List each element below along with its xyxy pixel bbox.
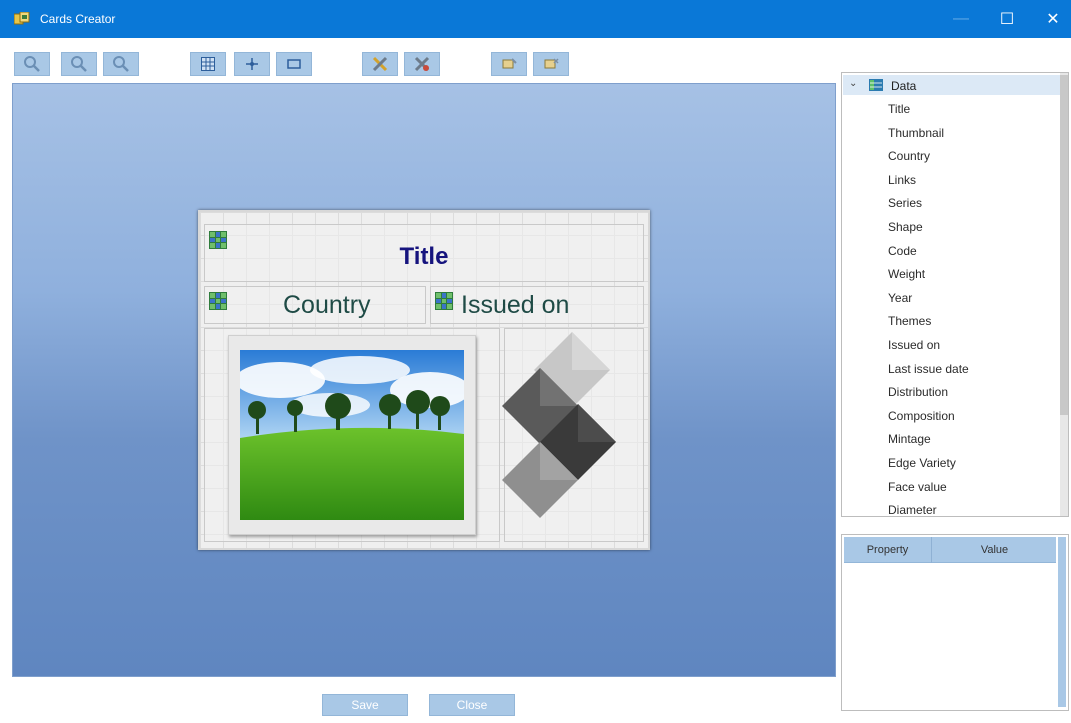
property-grid-scrollbar[interactable] — [1058, 537, 1066, 707]
add-field-icon — [502, 58, 517, 69]
grid-toggle-button[interactable] — [190, 52, 226, 76]
card-preview[interactable]: Title Country Issued on — [198, 210, 650, 550]
card-issued-text: Issued on — [461, 291, 570, 319]
tree-item[interactable]: Mintage — [888, 432, 931, 446]
frame-icon — [287, 59, 301, 69]
tree-item[interactable]: Weight — [888, 267, 925, 281]
frame-button[interactable] — [276, 52, 312, 76]
country-field[interactable]: Country — [204, 286, 426, 324]
tree-item[interactable]: Edge Variety — [888, 456, 956, 470]
title-bar: Cards Creator — ☐ ✕ — [0, 0, 1071, 38]
card-title-text: Title — [399, 243, 449, 270]
save-button[interactable]: Save — [322, 694, 408, 716]
minimize-button[interactable]: — — [938, 0, 984, 38]
property-grid-header: Property Value — [844, 537, 1056, 563]
landscape-picture — [240, 350, 464, 520]
close-button[interactable]: Close — [429, 694, 515, 716]
maximize-button[interactable]: ☐ — [984, 0, 1030, 38]
issued-on-field[interactable]: Issued on — [430, 286, 644, 324]
tree-scrollbar-thumb[interactable] — [1060, 75, 1068, 415]
window-title: Cards Creator — [40, 12, 116, 26]
property-grid[interactable]: Property Value — [841, 534, 1069, 711]
value-column-header[interactable]: Value — [933, 537, 1056, 563]
close-window-button[interactable]: ✕ — [1030, 0, 1071, 38]
tree-item[interactable]: Thumbnail — [888, 126, 944, 140]
card-country-text: Country — [283, 291, 371, 319]
tree-item[interactable]: Links — [888, 173, 916, 187]
tree-item[interactable]: Country — [888, 149, 930, 163]
zoom-in-icon — [113, 56, 129, 72]
tree-item[interactable]: Face value — [888, 480, 947, 494]
tree-item[interactable]: Diameter — [888, 503, 937, 516]
tree-item[interactable]: Shape — [888, 220, 923, 234]
add-field-button[interactable] — [491, 52, 527, 76]
title-field[interactable]: Title — [204, 224, 644, 282]
data-tree-panel[interactable]: ⌄ Data Title Thumbnail Country Links Series S… — [841, 72, 1069, 517]
delete-tools-button[interactable] — [404, 52, 440, 76]
property-column-header[interactable]: Property — [844, 537, 932, 563]
table-icon — [869, 79, 883, 91]
zoom-reset-button[interactable] — [61, 52, 97, 76]
data-field-icon — [209, 292, 227, 310]
tree-item[interactable]: Themes — [888, 314, 931, 328]
tree-scrollbar[interactable] — [1060, 73, 1068, 516]
remove-field-button[interactable] — [533, 52, 569, 76]
tree-item[interactable]: Issued on — [888, 338, 940, 352]
shape-image — [502, 332, 616, 518]
data-field-icon — [435, 292, 453, 310]
tools-icon — [372, 56, 388, 72]
tree-root-data[interactable]: ⌄ Data — [843, 75, 1060, 95]
tree-item[interactable]: Last issue date — [888, 362, 969, 376]
tools-button[interactable] — [362, 52, 398, 76]
remove-field-icon — [544, 58, 559, 69]
chevron-down-icon[interactable]: ⌄ — [849, 78, 857, 89]
zoom-in-button[interactable] — [103, 52, 139, 76]
tree-item[interactable]: Distribution — [888, 385, 948, 399]
snap-point-icon — [246, 58, 258, 70]
tree-item[interactable]: Series — [888, 196, 922, 210]
delete-tools-icon — [414, 56, 430, 72]
tree-item[interactable]: Year — [888, 291, 912, 305]
tree-root-label: Data — [891, 79, 917, 93]
grid-toggle-icon — [201, 57, 215, 71]
tree-item[interactable]: Composition — [888, 409, 955, 423]
zoom-out-icon — [24, 56, 40, 72]
landscape-image — [240, 350, 464, 520]
app-icon — [14, 12, 30, 25]
zoom-out-button[interactable] — [14, 52, 50, 76]
tree-item[interactable]: Title — [888, 102, 910, 116]
thumbnail-frame — [228, 335, 476, 535]
snap-point-button[interactable] — [234, 52, 270, 76]
zoom-reset-icon — [71, 56, 87, 72]
tree-item[interactable]: Code — [888, 244, 917, 258]
